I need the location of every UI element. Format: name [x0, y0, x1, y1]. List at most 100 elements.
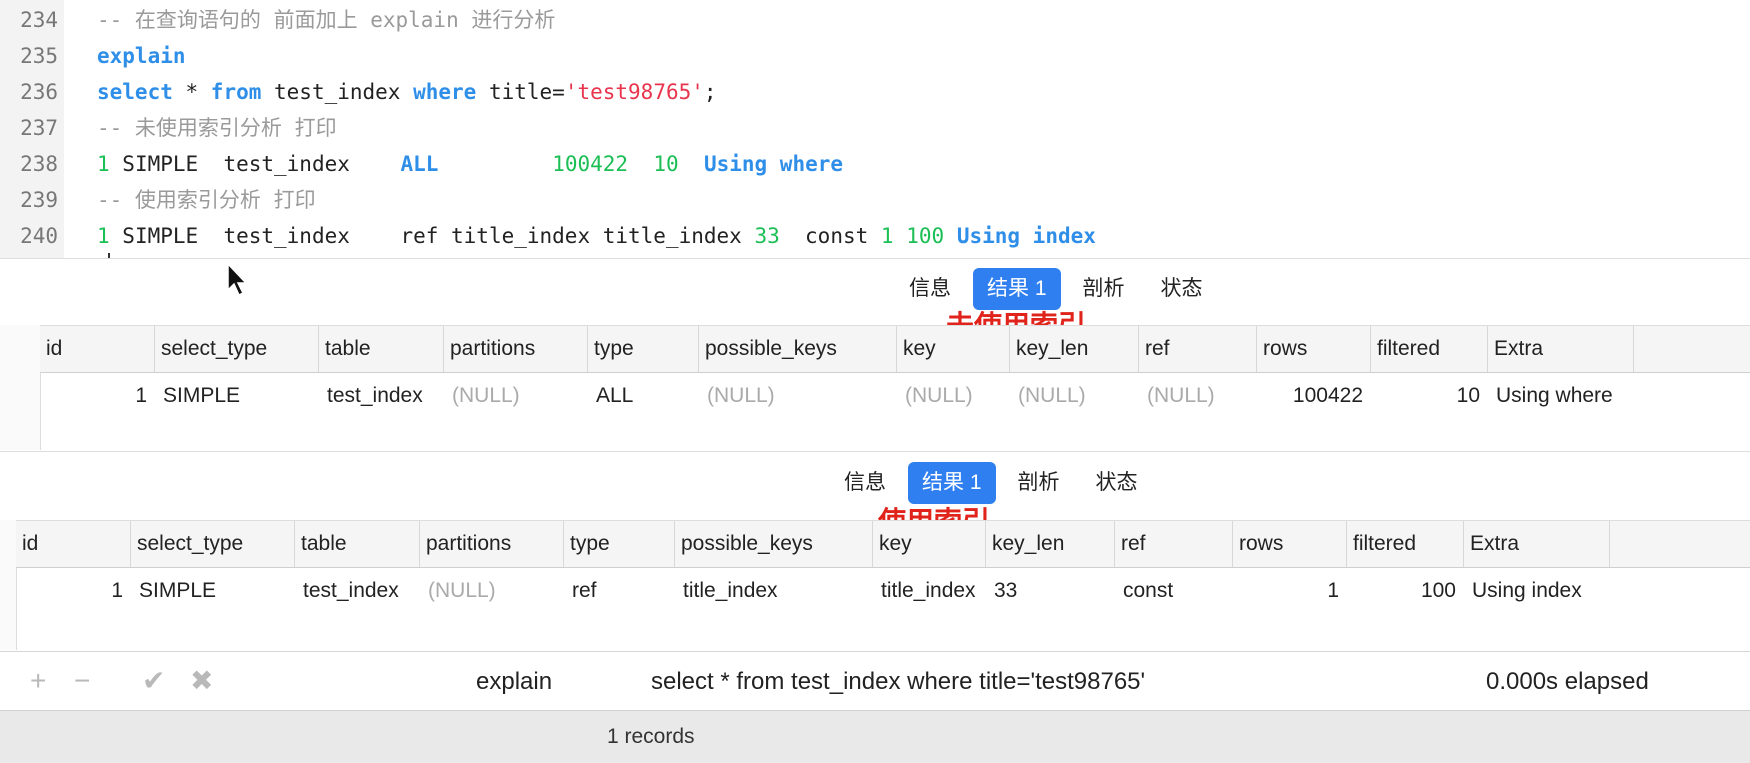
query-type-label: explain — [476, 668, 553, 695]
minus-icon[interactable]: − — [74, 664, 90, 698]
column-header-ref[interactable]: ref — [1115, 521, 1233, 567]
cell-possible-keys[interactable]: (NULL) — [699, 373, 897, 419]
column-header-rows[interactable]: rows — [1257, 326, 1371, 372]
line-number: 237 — [20, 116, 58, 140]
column-header-possible-keys[interactable]: possible_keys — [699, 326, 897, 372]
code-text: -- 未使用索引分析 打印 — [97, 110, 337, 146]
column-header-possible-keys[interactable]: possible_keys — [675, 521, 873, 567]
code-text: explain — [97, 38, 186, 74]
column-header-table[interactable]: table — [295, 521, 420, 567]
column-header-partitions[interactable]: partitions — [420, 521, 564, 567]
code-token: -- 使用索引分析 打印 — [97, 188, 316, 212]
code-token: 'test98765' — [564, 80, 704, 104]
cell-key-len[interactable]: (NULL) — [1010, 373, 1139, 419]
cell-table[interactable]: test_index — [319, 373, 444, 419]
column-header-partitions[interactable]: partitions — [444, 326, 588, 372]
column-header-id[interactable]: id — [16, 521, 131, 567]
code-token: explain — [97, 44, 186, 68]
column-header-key[interactable]: key — [897, 326, 1010, 372]
table-row[interactable]: 1 SIMPLE test_index (NULL) ref title_index tit… — [16, 568, 1750, 614]
column-header-rows[interactable]: rows — [1233, 521, 1347, 567]
line-number: 240 — [20, 224, 58, 248]
code-line[interactable]: 234 -- 在查询语句的 前面加上 explain 进行分析 — [0, 2, 1750, 38]
code-token: 10 — [653, 152, 679, 176]
cell-rows[interactable]: 1 — [1233, 568, 1347, 614]
tab-status[interactable]: 状态 — [1147, 268, 1217, 310]
grid-header: id select_type table partitions type possible… — [40, 325, 1750, 373]
cell-table[interactable]: test_index — [295, 568, 420, 614]
cell-filtered[interactable]: 10 — [1371, 373, 1488, 419]
column-header-key-len[interactable]: key_len — [986, 521, 1115, 567]
tab-status[interactable]: 状态 — [1082, 462, 1152, 504]
code-line[interactable]: 237 -- 未使用索引分析 打印 — [0, 110, 1750, 146]
code-token: 1 — [97, 152, 110, 176]
column-header-filtered[interactable]: filtered — [1371, 326, 1488, 372]
result-tabs-2: 信息 结果 1 剖析 状态 — [830, 462, 1152, 504]
mouse-pointer-icon — [227, 262, 248, 297]
cell-select-type[interactable]: SIMPLE — [131, 568, 295, 614]
cell-partitions[interactable]: (NULL) — [420, 568, 564, 614]
column-header-select-type[interactable]: select_type — [155, 326, 319, 372]
result-grid-no-index[interactable]: id select_type table partitions type possible… — [40, 325, 1750, 419]
code-token: select — [97, 80, 173, 104]
cell-partitions[interactable]: (NULL) — [444, 373, 588, 419]
row-gutter-1 — [0, 325, 41, 450]
column-header-ref[interactable]: ref — [1139, 326, 1257, 372]
cell-extra[interactable]: Using index — [1464, 568, 1610, 614]
cell-type[interactable]: ref — [564, 568, 675, 614]
column-header-type[interactable]: type — [564, 521, 675, 567]
code-text: 1 SIMPLE test_index ref title_index titl… — [97, 218, 1096, 254]
line-number: 238 — [20, 152, 58, 176]
plus-icon[interactable]: + — [30, 664, 46, 698]
cell-key[interactable]: title_index — [873, 568, 986, 614]
column-header-type[interactable]: type — [588, 326, 699, 372]
cell-ref[interactable]: const — [1115, 568, 1233, 614]
code-line[interactable]: 240 1 SIMPLE test_index ref title_index t… — [0, 218, 1750, 254]
code-token: SIMPLE test_index ref title_index title_… — [109, 224, 755, 248]
code-line[interactable]: 236 select * from test_index where title=… — [0, 74, 1750, 110]
cell-extra[interactable]: Using where — [1488, 373, 1634, 419]
code-token: 1 — [880, 224, 894, 248]
table-row[interactable]: 1 SIMPLE test_index (NULL) ALL (NULL) (NULL) (N… — [40, 373, 1750, 419]
sql-editor[interactable]: 234 -- 在查询语句的 前面加上 explain 进行分析 235 explain… — [0, 0, 1750, 258]
cell-key-len[interactable]: 33 — [986, 568, 1115, 614]
cell-key[interactable]: (NULL) — [897, 373, 1010, 419]
query-toolbar: + − ✔ ✖ explain select * from test_index… — [0, 651, 1750, 711]
cell-id[interactable]: 1 — [16, 568, 131, 614]
query-text: select * from test_index where title='te… — [651, 668, 1146, 695]
cell-type[interactable]: ALL — [588, 373, 699, 419]
line-number: 236 — [20, 80, 58, 104]
column-header-extra[interactable]: Extra — [1464, 521, 1610, 567]
code-line[interactable]: 239 -- 使用索引分析 打印 — [0, 182, 1750, 218]
x-icon[interactable]: ✖ — [190, 664, 213, 698]
cell-filtered[interactable]: 100 — [1347, 568, 1464, 614]
code-token: ALL — [400, 152, 439, 176]
code-token: from — [210, 80, 262, 104]
code-text: -- 在查询语句的 前面加上 explain 进行分析 — [97, 2, 555, 38]
result-divider — [0, 451, 1750, 452]
column-header-table[interactable]: table — [319, 326, 444, 372]
editor-divider — [0, 258, 1750, 259]
tab-profile[interactable]: 剖析 — [1004, 462, 1074, 504]
column-header-extra[interactable]: Extra — [1488, 326, 1634, 372]
tab-info[interactable]: 信息 — [830, 462, 900, 504]
cell-id[interactable]: 1 — [40, 373, 155, 419]
column-header-filtered[interactable]: filtered — [1347, 521, 1464, 567]
column-header-select-type[interactable]: select_type — [131, 521, 295, 567]
result-grid-with-index[interactable]: id select_type table partitions type possible… — [16, 520, 1750, 614]
code-line[interactable]: 235 explain — [0, 38, 1750, 74]
column-header-key-len[interactable]: key_len — [1010, 326, 1139, 372]
cell-ref[interactable]: (NULL) — [1139, 373, 1257, 419]
code-token: 1 — [97, 224, 110, 248]
code-token: 33 — [754, 224, 780, 248]
column-header-id[interactable]: id — [40, 326, 155, 372]
cell-select-type[interactable]: SIMPLE — [155, 373, 319, 419]
check-icon[interactable]: ✔ — [142, 664, 165, 698]
tab-result-1[interactable]: 结果 1 — [908, 462, 996, 504]
cell-rows[interactable]: 100422 — [1257, 373, 1371, 419]
cell-possible-keys[interactable]: title_index — [675, 568, 873, 614]
code-line[interactable]: 238 1 SIMPLE test_index ALL 100422 10 Usi… — [0, 146, 1750, 182]
column-header-key[interactable]: key — [873, 521, 986, 567]
